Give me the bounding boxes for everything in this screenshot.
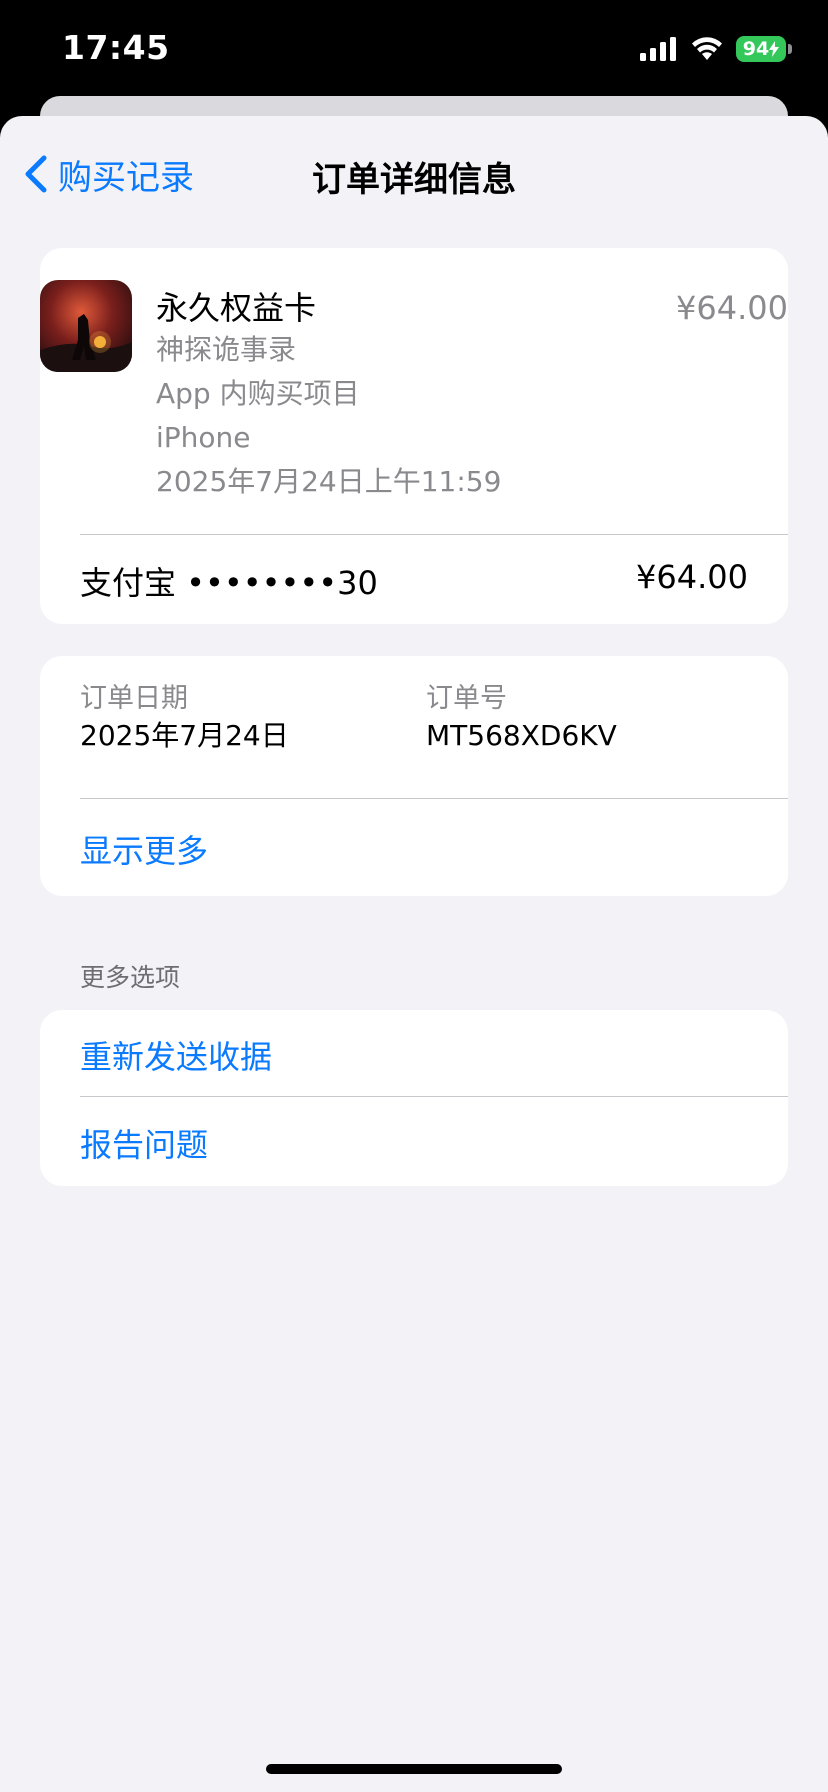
product-name: 永久权益卡: [156, 289, 317, 327]
more-options-header: 更多选项: [80, 963, 181, 992]
order-date-value: 2025年7月24日: [80, 719, 289, 752]
navigation-bar: 购买记录 订单详细信息: [0, 116, 828, 226]
status-bar: 17:45 94: [0, 0, 828, 100]
battery-icon: 94: [736, 36, 786, 62]
cellular-signal-icon: [640, 37, 676, 61]
wifi-icon: [692, 37, 722, 60]
product-info: 永久权益卡 神探诡事录 App 内购买项目 iPhone 2025年7月24日上…: [156, 288, 501, 504]
payment-method: 支付宝 ••••••••30: [80, 564, 378, 602]
report-problem-button[interactable]: 报告问题: [80, 1120, 208, 1166]
purchase-date-time: 2025年7月24日上午11:59: [156, 465, 502, 498]
app-name: 神探诡事录: [156, 333, 297, 366]
order-id-label: 订单号: [426, 683, 507, 714]
status-time: 17:45: [62, 28, 170, 67]
order-id-value: MT568XD6KV: [426, 719, 617, 752]
app-icon: [40, 280, 132, 372]
divider: [80, 1096, 788, 1097]
device: iPhone: [156, 421, 251, 454]
battery-nub: [788, 44, 792, 54]
purchase-kind: App 内购买项目: [156, 377, 360, 410]
divider: [80, 798, 788, 799]
divider: [80, 534, 788, 535]
home-indicator: [266, 1764, 562, 1774]
charging-bolt-icon: [769, 41, 780, 57]
order-date-label: 订单日期: [80, 683, 188, 714]
resend-receipt-button[interactable]: 重新发送收据: [80, 1032, 272, 1078]
battery-level: 94: [742, 38, 770, 60]
order-date-block: 订单日期 2025年7月24日: [80, 682, 289, 756]
page-title: 订单详细信息: [312, 160, 516, 200]
product-price: ¥64.00: [676, 289, 788, 327]
status-icons: 94: [640, 34, 792, 64]
order-id-block: 订单号 MT568XD6KV: [426, 682, 617, 756]
payment-row: 支付宝 ••••••••30 ¥64.00: [80, 558, 748, 602]
show-more-button[interactable]: 显示更多: [80, 826, 208, 872]
payment-amount: ¥64.00: [636, 558, 748, 596]
